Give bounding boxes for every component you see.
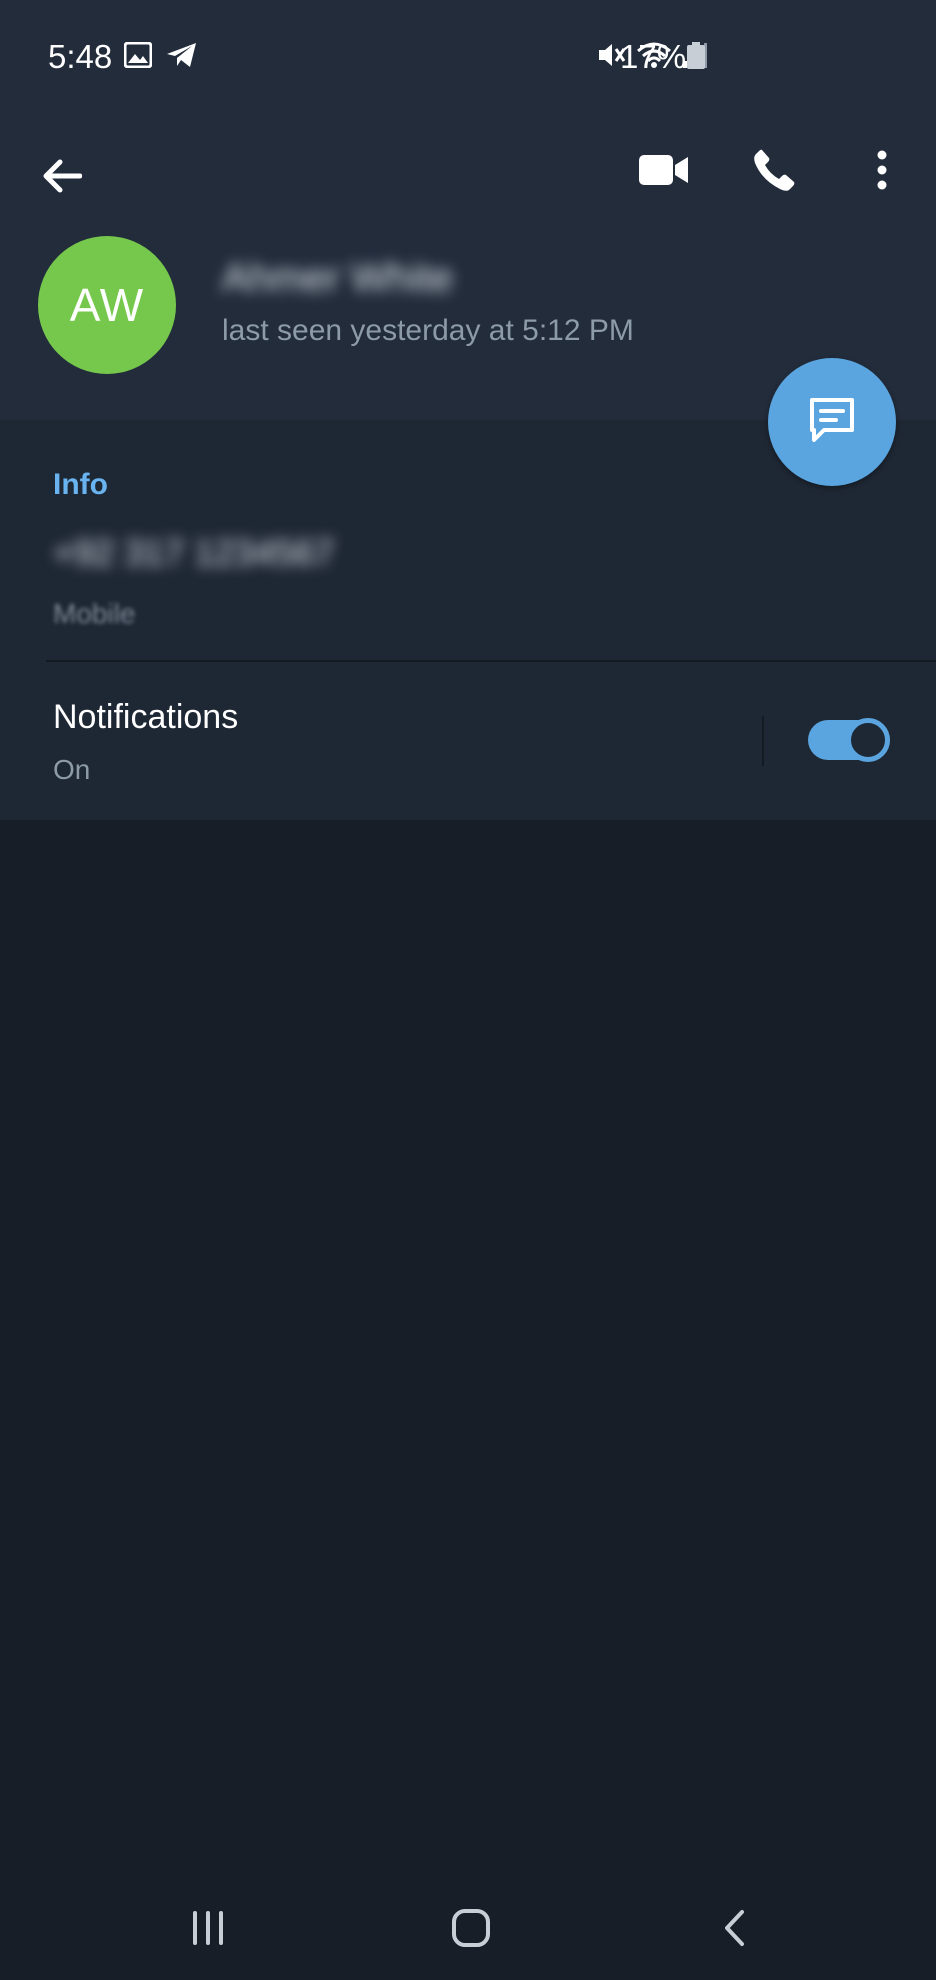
info-section-title: Info — [53, 468, 108, 501]
back-arrow-icon — [42, 158, 83, 199]
nav-back-button[interactable] — [716, 1908, 752, 1952]
more-vert-icon — [876, 150, 888, 195]
home-button[interactable] — [448, 1908, 494, 1952]
status-left-icons — [123, 41, 198, 73]
divider — [46, 660, 936, 662]
image-icon — [123, 41, 153, 73]
info-section: Info +92 317 1234567 Mobile Notification… — [0, 420, 936, 820]
notifications-title[interactable]: Notifications — [53, 698, 238, 737]
status-bar: 5:48 17% — [0, 0, 936, 112]
phone-icon — [752, 148, 796, 197]
recents-icon — [190, 1910, 226, 1950]
phone-label: Mobile — [53, 598, 136, 629]
battery-percent: 17% — [620, 38, 687, 75]
back-button[interactable] — [36, 152, 88, 204]
send-message-button[interactable] — [768, 358, 896, 486]
toggle-knob — [846, 718, 890, 762]
contact-name: Ahmer White — [222, 256, 454, 300]
telegram-icon — [166, 42, 198, 73]
battery-icon — [686, 42, 706, 70]
phone-number[interactable]: +92 317 1234567 — [53, 532, 334, 574]
more-options-button[interactable] — [862, 142, 902, 202]
notifications-status: On — [53, 754, 91, 785]
last-seen-status: last seen yesterday at 5:12 PM — [222, 314, 634, 347]
status-time: 5:48 — [48, 38, 113, 75]
home-icon — [451, 1908, 491, 1953]
message-icon — [806, 394, 858, 451]
video-call-button[interactable] — [634, 142, 694, 202]
system-nav-bar — [0, 1880, 936, 1980]
recents-button[interactable] — [188, 1910, 228, 1950]
notifications-toggle[interactable] — [808, 718, 890, 762]
vertical-divider — [762, 716, 764, 766]
video-call-icon — [638, 153, 690, 192]
call-button[interactable] — [746, 142, 802, 202]
avatar[interactable]: AW — [38, 236, 176, 374]
back-icon — [722, 1909, 746, 1952]
